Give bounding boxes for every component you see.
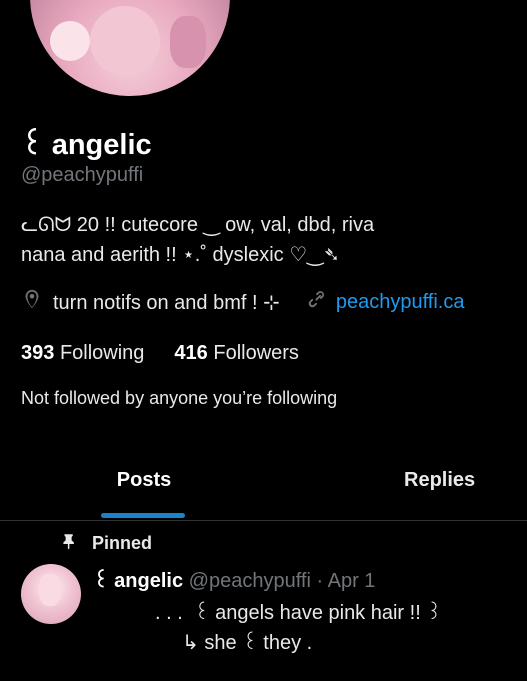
pin-icon [60, 532, 92, 555]
bio-line-1: ᓚᘏᗢ 20 !! cutecore ‿ ow, val, dbd, riva [21, 214, 375, 236]
active-tab-indicator [101, 513, 185, 518]
post-separator: · [316, 570, 324, 592]
profile-avatar[interactable] [26, 0, 234, 100]
post-date[interactable]: Apr 1 [328, 570, 376, 592]
profile-meta: turn notifs on and bmf ! ⊹ peachypuffi.c… [21, 288, 465, 316]
bio-line-2: nana and aerith !! ⋆.˚ dyslexic ♡‿➴ [21, 244, 340, 266]
following-count: 393 [21, 342, 55, 364]
tab-replies[interactable]: Replies [404, 448, 475, 520]
follow-counts: 393 Following 416 Followers [21, 342, 299, 365]
followers-label: Followers [213, 342, 299, 364]
followed-by-text: Not followed by anyone you’re following [21, 388, 338, 408]
tab-posts[interactable]: Posts [102, 448, 186, 520]
post-author-handle[interactable]: @peachypuffi [189, 570, 311, 592]
followers-link[interactable]: 416 Followers [174, 342, 299, 364]
location-icon [21, 288, 43, 316]
profile-location: turn notifs on and bmf ! ⊹ [53, 291, 280, 314]
profile-bio: ᓚᘏᗢ 20 !! cutecore ‿ ow, val, dbd, riva … [21, 210, 527, 270]
followers-count: 416 [174, 342, 208, 364]
following-label: Following [59, 342, 145, 364]
profile-website-link[interactable]: peachypuffi.ca [336, 291, 465, 314]
link-icon [306, 288, 328, 316]
profile-handle: @peachypuffi [21, 164, 144, 186]
profile-tabs: Posts Replies [0, 448, 527, 521]
following-link[interactable]: 393 Following [21, 342, 144, 364]
post-text-line-1: . . . ꒰ angels have pink hair !! ꒱ [155, 602, 442, 624]
post-header: ꒰ angelic @peachypuffi · Apr 1 [93, 566, 375, 593]
post-author-name[interactable]: ꒰ angelic [93, 570, 183, 592]
pinned-label: Pinned [92, 533, 153, 553]
profile-display-name: ꒰ angelic [21, 129, 152, 161]
post-text-line-2: ↳ she ꒰ they . [182, 632, 313, 654]
pinned-indicator: Pinned [60, 532, 152, 555]
post-author-avatar[interactable] [21, 564, 81, 624]
